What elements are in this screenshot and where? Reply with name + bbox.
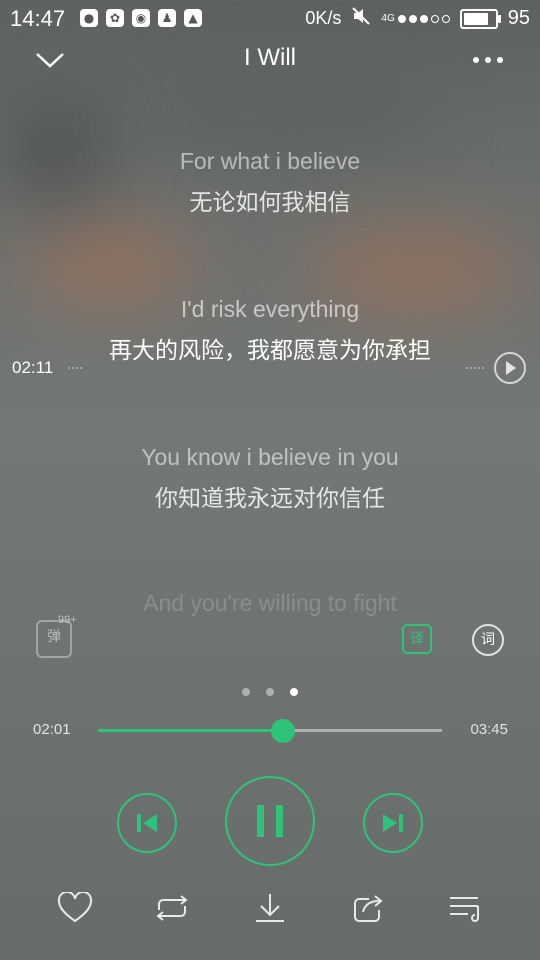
playlist-button[interactable] [446,888,486,928]
qq-icon: ♟ [158,9,176,27]
lyrics-options-button[interactable]: 词 [472,624,504,656]
seek-handle[interactable] [270,719,295,743]
page-dot[interactable] [242,688,250,696]
status-right: 0K/s 4G 95 [305,6,530,31]
net-speed: 0K/s [305,8,342,28]
lyric-line-current: I'd risk everything 再大的风险，我都愿意为你承担 [0,296,540,365]
lyric-original: You know i believe in you [141,444,399,470]
progress-bar: 02:01 03:45 [0,718,540,743]
next-button[interactable] [363,793,423,853]
share-button[interactable] [348,888,388,928]
lyrics-panel[interactable]: For what i believe 无论如何我相信 I'd risk ever… [0,140,540,620]
play-from-here-icon[interactable] [494,352,526,384]
download-button[interactable] [250,888,290,928]
weibo-icon: ◉ [132,9,150,27]
favorite-button[interactable] [55,888,95,928]
seek-dotted-line [68,367,82,369]
page-dot[interactable] [290,688,298,696]
heart-icon [57,892,93,923]
translate-label: 译 [410,631,424,647]
more-icon [473,57,503,63]
baidu-icon: ✿ [106,9,124,27]
lyric-line-fading: And you're willing to fight [0,590,540,617]
current-time: 02:01 [33,721,71,738]
lyrics-options-label: 词 [481,632,495,648]
seek-played [98,729,283,732]
player-header: I Will [0,38,540,82]
signal-icon: 4G [381,13,450,24]
repeat-icon [156,895,188,921]
repeat-mode-button[interactable] [152,888,192,928]
bottom-actions [0,884,540,932]
notification-icons: ● ✿ ◉ ♟ ▲ [80,9,202,27]
lyric-seek-line: 02:11 [12,352,528,384]
playback-controls [0,776,540,870]
lyric-original: And you're willing to fight [143,590,397,616]
lyric-translation: 无论如何我相信 [189,190,351,216]
status-time: 14:47 [10,6,66,31]
danmaku-count-badge: 99+ [58,614,77,626]
previous-button[interactable] [117,793,177,853]
previous-icon [137,814,157,832]
mute-icon [351,6,371,31]
share-icon [354,895,383,922]
lyric-original: For what i believe [179,148,361,174]
lyric-line: For what i believe 无论如何我相信 [0,148,540,217]
battery-percent: 95 [507,7,530,29]
pause-button[interactable] [225,776,315,866]
status-bar: 14:47 ● ✿ ◉ ♟ ▲ 0K/s 4G 95 [0,0,540,38]
seek-track[interactable] [98,719,442,743]
pause-icon [257,805,283,837]
translate-toggle[interactable]: 译 [402,624,432,654]
download-icon [256,894,284,922]
page-dot[interactable] [266,688,274,696]
lyric-original: I'd risk everything [180,296,360,322]
app-notification-icon: ● [80,9,98,27]
total-time: 03:45 [470,721,508,738]
battery-icon [459,8,501,29]
more-button[interactable] [468,42,508,78]
gallery-icon: ▲ [184,9,202,27]
next-icon [383,814,403,832]
network-type: 4G [381,13,395,24]
seek-time: 02:11 [12,358,54,377]
lyric-line: You know i believe in you 你知道我永远对你信任 [0,444,540,513]
page-indicator [0,688,540,696]
danmaku-label: 弹 [47,629,61,645]
lyric-tools: 弹 99+ 译 词 [0,614,540,664]
song-title: I Will [244,44,296,71]
playlist-icon [450,897,479,922]
lyric-translation: 你知道我永远对你信任 [155,486,385,512]
seek-dotted-line [466,367,484,369]
